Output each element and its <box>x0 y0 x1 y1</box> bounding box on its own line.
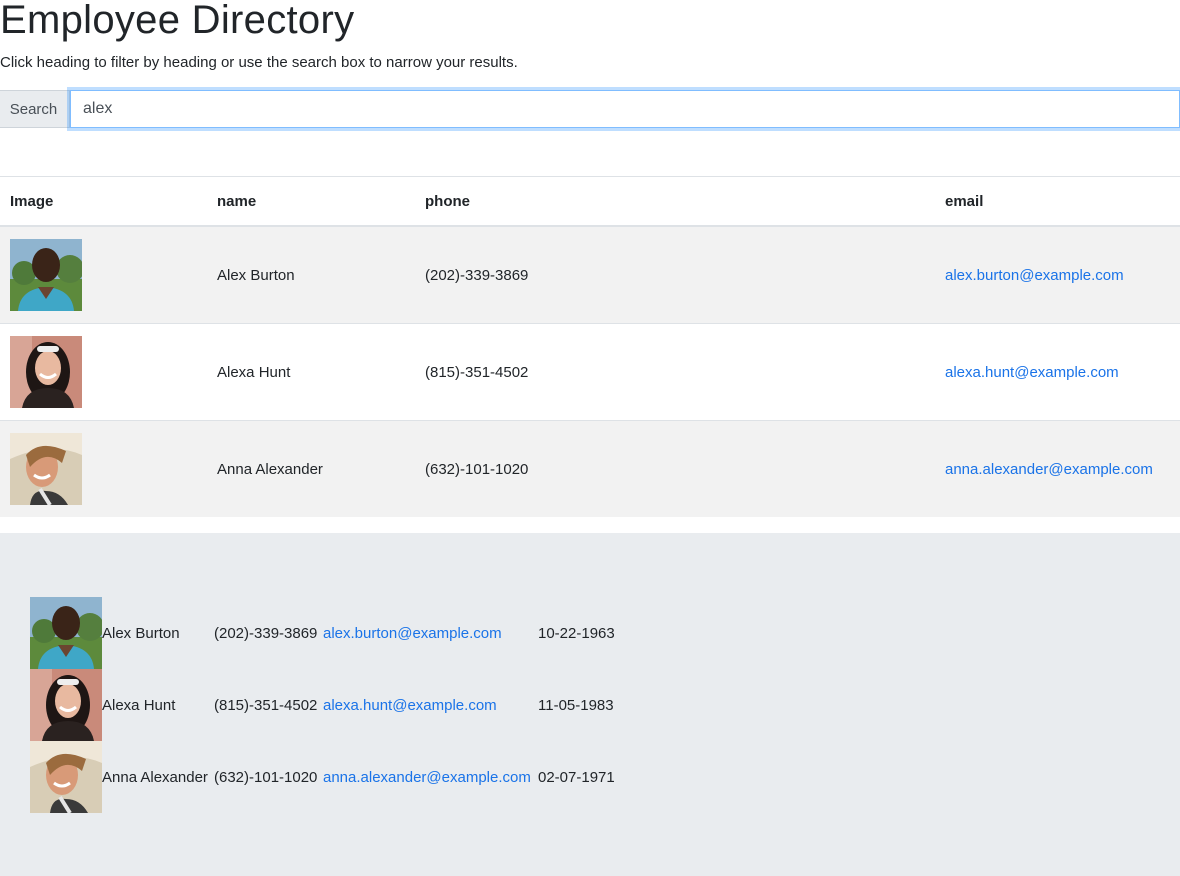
table-cell-email: alexa.hunt@example.com <box>935 323 1180 421</box>
table-cell-phone: (202)-339-3869 <box>415 225 935 324</box>
page-title: Employee Directory <box>0 0 355 42</box>
header-phone[interactable]: phone <box>415 176 935 227</box>
card-dob: 02-07-1971 <box>538 768 615 786</box>
employee-cards-panel: Alex Burton (202)-339-3869 alex.burton@e… <box>0 533 1180 876</box>
employee-card: Alexa Hunt (815)-351-4502 alexa.hunt@exa… <box>30 669 615 741</box>
table-header-row: Image name phone email <box>0 176 1180 227</box>
card-email-link[interactable]: alexa.hunt@example.com <box>323 697 538 714</box>
card-phone: (632)-101-1020 <box>214 768 318 786</box>
card-name: Anna Alexander <box>102 768 208 786</box>
table-cell-image <box>0 225 207 324</box>
employee-table: Image name phone email Alex Burton (202)… <box>0 176 1180 517</box>
page-subtitle: Click heading to filter by heading or us… <box>0 54 518 71</box>
avatar <box>30 669 102 741</box>
header-email[interactable]: email <box>935 176 1180 227</box>
card-phone: (815)-351-4502 <box>214 696 318 714</box>
header-name[interactable]: name <box>207 176 415 227</box>
search-input[interactable] <box>70 90 1180 128</box>
avatar <box>10 433 82 505</box>
email-link[interactable]: alexa.hunt@example.com <box>945 364 1119 381</box>
avatar <box>10 336 82 408</box>
card-name: Alexa Hunt <box>102 696 176 714</box>
card-dob: 10-22-1963 <box>538 624 615 642</box>
table-cell-email: anna.alexander@example.com <box>935 420 1180 517</box>
card-email-link[interactable]: alex.burton@example.com <box>323 625 538 642</box>
search-label: Search <box>0 90 70 128</box>
table-cell-name: Alex Burton <box>207 225 415 324</box>
card-dob: 11-05-1983 <box>538 696 614 714</box>
table-row: Alexa Hunt (815)-351-4502 alexa.hunt@exa… <box>0 323 1180 421</box>
card-email-link[interactable]: anna.alexander@example.com <box>323 769 538 786</box>
employee-card-list: Alex Burton (202)-339-3869 alex.burton@e… <box>30 597 615 813</box>
card-phone: (202)-339-3869 <box>214 624 318 642</box>
table-cell-phone: (632)-101-1020 <box>415 420 935 517</box>
table-cell-image <box>0 323 207 421</box>
avatar <box>30 597 102 669</box>
email-link[interactable]: anna.alexander@example.com <box>945 461 1153 478</box>
table-cell-email: alex.burton@example.com <box>935 225 1180 324</box>
avatar <box>10 239 82 311</box>
email-link[interactable]: alex.burton@example.com <box>945 267 1124 284</box>
avatar <box>30 741 102 813</box>
header-image[interactable]: Image <box>0 176 207 227</box>
table-cell-phone: (815)-351-4502 <box>415 323 935 421</box>
employee-card: Anna Alexander (632)-101-1020 anna.alexa… <box>30 741 615 813</box>
table-cell-name: Anna Alexander <box>207 420 415 517</box>
table-cell-name: Alexa Hunt <box>207 323 415 421</box>
employee-card: Alex Burton (202)-339-3869 alex.burton@e… <box>30 597 615 669</box>
card-name: Alex Burton <box>102 624 180 642</box>
table-cell-image <box>0 420 207 517</box>
table-row: Alex Burton (202)-339-3869 alex.burton@e… <box>0 225 1180 324</box>
table-row: Anna Alexander (632)-101-1020 anna.alexa… <box>0 420 1180 517</box>
search-group: Search <box>0 90 1180 130</box>
